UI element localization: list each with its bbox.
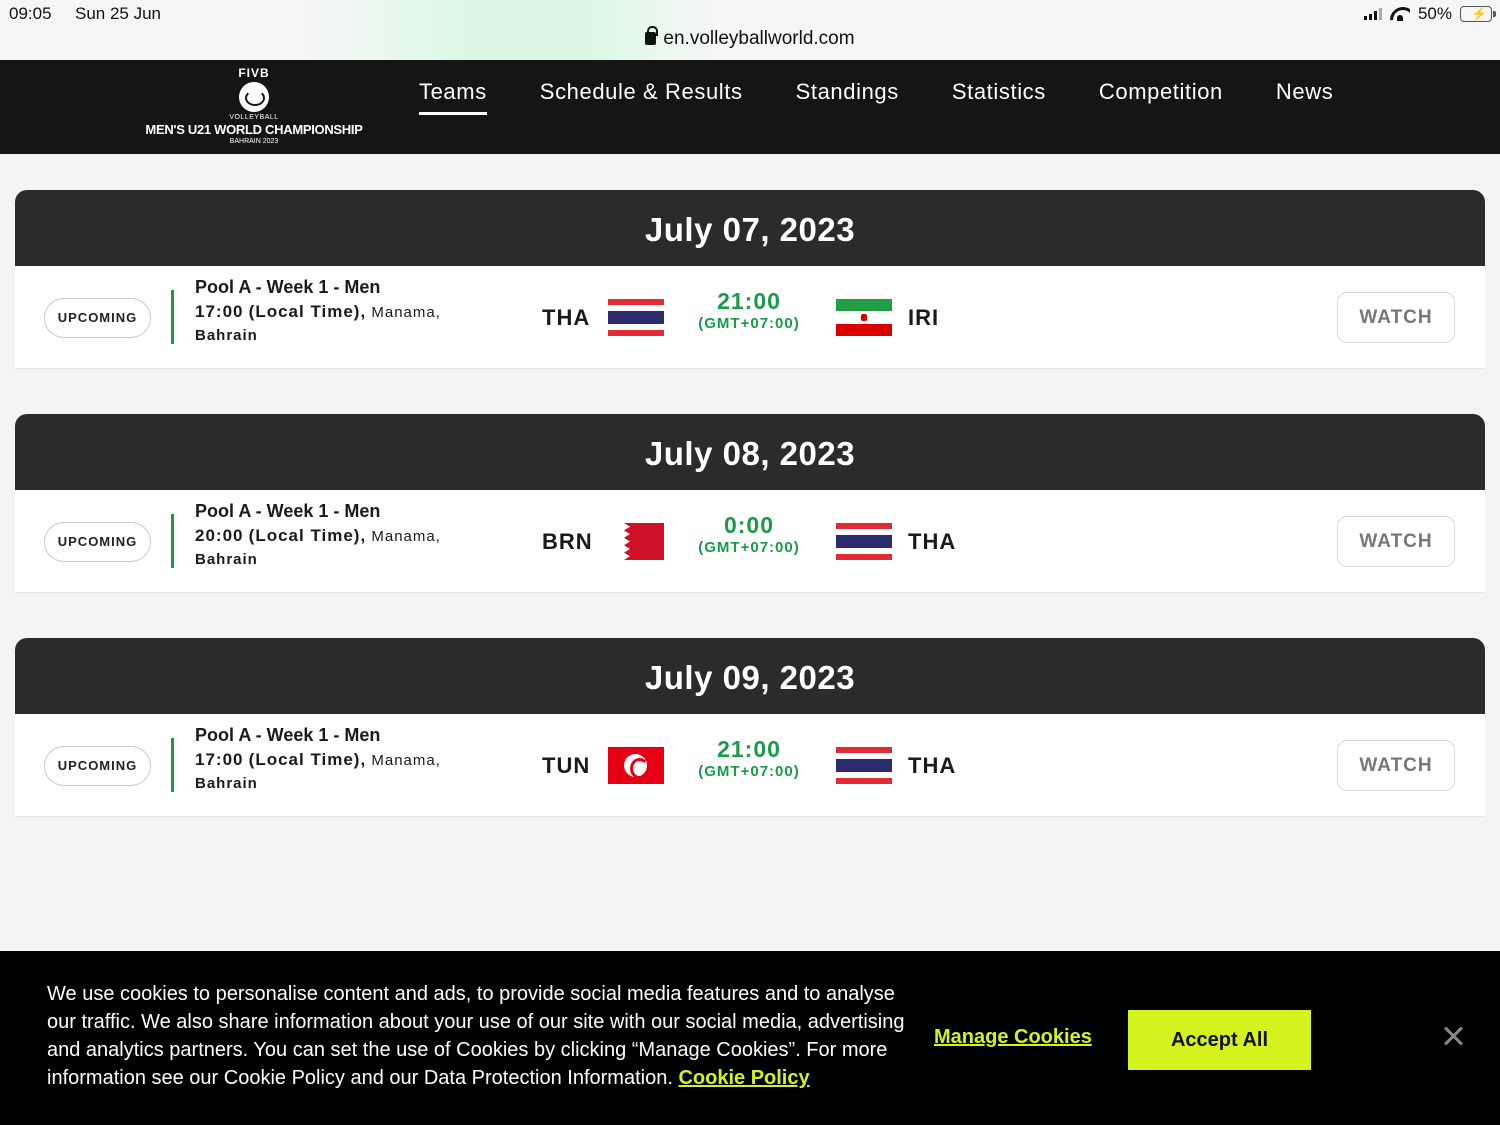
status-badge: UPCOMING [44,746,151,786]
local-time: 17:00 [195,302,244,321]
close-icon[interactable] [1441,1024,1465,1048]
status-date: Sun 25 Jun [75,4,162,23]
home-team-code: THA [542,305,591,330]
pool-label: Pool A - Week 1 - Men [195,277,381,297]
nav-item-news[interactable]: News [1276,79,1333,115]
status-badge: UPCOMING [44,298,151,338]
city: Manama, [371,528,441,545]
logo-location: BAHRAIN 2023 [229,138,279,145]
signal-icon [1363,8,1382,20]
url-text: en.volleyballworld.com [663,28,855,49]
pool-label: Pool A - Week 1 - Men [195,725,381,745]
nav-item-competition[interactable]: Competition [1099,79,1223,115]
logo-brand: FIVB [238,66,270,80]
watch-button[interactable]: WATCH [1337,292,1455,343]
charging-icon: ⚡ [1471,6,1488,21]
nav-item-schedule-results[interactable]: Schedule & Results [540,79,743,115]
match-row[interactable]: UPCOMING Pool A - Week 1 - Men 20:00 (Lo… [15,490,1485,593]
battery-icon: ⚡ [1460,6,1496,22]
nav-item-statistics[interactable]: Statistics [952,79,1046,115]
status-bar: 09:05 Sun 25 Jun en.volleyballworld.com … [0,0,1500,60]
match-info: Pool A - Week 1 - Men 17:00 (Local Time)… [195,276,485,344]
thailand-flag-icon [836,747,892,784]
day-section: July 09, 2023 UPCOMING Pool A - Week 1 -… [15,638,1485,817]
home-team-code: BRN [542,529,593,554]
match-info: Pool A - Week 1 - Men 20:00 (Local Time)… [195,500,485,568]
city: Manama, [371,752,441,769]
match-time: 21:00 (GMT+07:00) [680,288,818,334]
url-bar[interactable]: en.volleyballworld.com [0,26,1500,50]
nav-item-standings[interactable]: Standings [796,79,899,115]
status-indicators: 50% ⚡ [1363,4,1496,24]
watch-button[interactable]: WATCH [1337,516,1455,567]
status-badge: UPCOMING [44,522,151,562]
nav-links: Teams Schedule & Results Standings Stati… [419,79,1386,115]
home-team-code: TUN [542,753,591,778]
tunisia-flag-icon [608,747,664,784]
match-time-value: 21:00 [717,736,781,762]
pool-label: Pool A - Week 1 - Men [195,501,381,521]
divider [171,738,174,792]
local-time: 20:00 [195,526,244,545]
day-date: July 09, 2023 [15,638,1485,714]
match-timezone: (GMT+07:00) [698,539,800,556]
lock-icon [645,26,659,45]
local-time: 17:00 [195,750,244,769]
logo-sub: VOLLEYBALL [229,114,279,121]
away-team-code: THA [908,529,957,554]
match-row[interactable]: UPCOMING Pool A - Week 1 - Men 17:00 (Lo… [15,714,1485,817]
day-date: July 08, 2023 [15,414,1485,490]
day-date: July 07, 2023 [15,190,1485,266]
divider [171,514,174,568]
thailand-flag-icon [608,299,664,336]
cookie-policy-link[interactable]: Cookie Policy [678,1067,809,1089]
local-time-line: 17:00 (Local Time), Manama, [195,746,485,775]
local-time-label: (Local Time), [248,302,367,321]
iran-flag-icon [836,299,892,336]
logo-title: MEN'S U21 WORLD CHAMPIONSHIP [145,122,363,137]
match-time-value: 21:00 [717,288,781,314]
watch-button[interactable]: WATCH [1337,740,1455,791]
country: Bahrain [195,775,258,792]
cookie-text-block: We use cookies to personalise content an… [47,980,907,1092]
country: Bahrain [195,551,258,568]
match-timezone: (GMT+07:00) [698,763,800,780]
wifi-icon [1390,7,1410,21]
volleyball-icon [239,82,269,112]
match-time: 0:00 (GMT+07:00) [680,512,818,558]
away-team-code: THA [908,753,957,778]
city: Manama, [371,304,441,321]
country: Bahrain [195,327,258,344]
cookie-banner: We use cookies to personalise content an… [0,951,1500,1125]
away-team-code: IRI [908,305,940,330]
divider [171,290,174,344]
match-row[interactable]: UPCOMING Pool A - Week 1 - Men 17:00 (Lo… [15,266,1485,369]
top-nav: FIVB VOLLEYBALL MEN'S U21 WORLD CHAMPION… [0,60,1500,154]
local-time-label: (Local Time), [248,526,367,545]
match-timezone: (GMT+07:00) [698,315,800,332]
day-section: July 08, 2023 UPCOMING Pool A - Week 1 -… [15,414,1485,593]
championship-logo[interactable]: FIVB VOLLEYBALL MEN'S U21 WORLD CHAMPION… [140,66,368,150]
match-info: Pool A - Week 1 - Men 17:00 (Local Time)… [195,724,485,792]
local-time-line: 20:00 (Local Time), Manama, [195,522,485,551]
day-section: July 07, 2023 UPCOMING Pool A - Week 1 -… [15,190,1485,369]
manage-cookies-link[interactable]: Manage Cookies [934,1026,1092,1049]
bahrain-flag-icon [608,523,664,560]
battery-percent: 50% [1417,4,1452,23]
local-time-line: 17:00 (Local Time), Manama, [195,298,485,327]
status-time: 09:05 [9,4,52,23]
nav-item-teams[interactable]: Teams [419,79,487,115]
match-time: 21:00 (GMT+07:00) [680,736,818,782]
match-time-value: 0:00 [723,512,775,538]
local-time-label: (Local Time), [248,750,367,769]
accept-all-button[interactable]: Accept All [1128,1010,1311,1070]
thailand-flag-icon [836,523,892,560]
